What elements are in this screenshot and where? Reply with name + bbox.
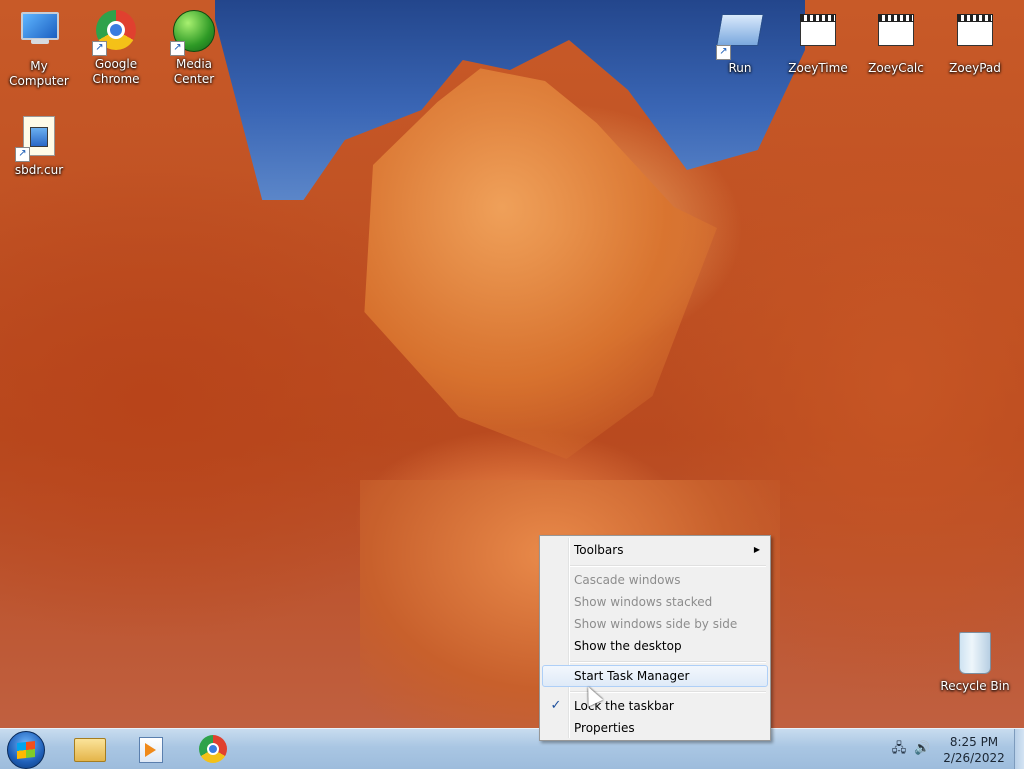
menu-separator bbox=[570, 565, 766, 567]
system-clock[interactable]: 8:25 PM 2/26/2022 bbox=[936, 734, 1012, 766]
chrome-icon bbox=[199, 735, 227, 763]
menu-item-label: Show windows side by side bbox=[574, 617, 738, 631]
desktop-icon-label: ZoeyPad bbox=[949, 61, 1001, 75]
menu-separator bbox=[570, 661, 766, 663]
desktop-icon-label: Google Chrome bbox=[92, 57, 140, 86]
desktop-icon-label: sbdr.cur bbox=[14, 163, 64, 177]
desktop-icon-label: Run bbox=[728, 61, 752, 75]
menu-item-lock-the-taskbar[interactable]: ✓ Lock the taskbar bbox=[542, 695, 768, 717]
menu-item-show-windows-side-by-side: Show windows side by side bbox=[542, 613, 768, 635]
desktop-icon-sbdr-cur[interactable]: ↗ sbdr.cur bbox=[0, 114, 78, 178]
shortcut-arrow-icon: ↗ bbox=[92, 41, 107, 56]
desktop-icon-label: My Computer bbox=[9, 59, 69, 88]
start-button[interactable] bbox=[7, 731, 45, 769]
desktop-icon-label: ZoeyCalc bbox=[868, 61, 924, 75]
taskbar-media-player[interactable] bbox=[127, 732, 171, 766]
shortcut-arrow-icon: ↗ bbox=[15, 147, 30, 162]
menu-item-label: Start Task Manager bbox=[574, 669, 690, 683]
desktop-icon-run[interactable]: ↗ Run bbox=[701, 8, 779, 76]
desktop-icon-label: Recycle Bin bbox=[940, 679, 1010, 693]
windows-explorer-icon bbox=[74, 738, 106, 762]
desktop-icon-media-center[interactable]: ↗ Media Center bbox=[155, 8, 233, 87]
desktop-icon-label: ZoeyTime bbox=[788, 61, 848, 75]
checkmark-icon: ✓ bbox=[550, 698, 562, 713]
media-player-icon bbox=[139, 737, 163, 763]
submenu-arrow-icon: ▶ bbox=[753, 545, 760, 554]
taskbar-windows-explorer[interactable] bbox=[67, 732, 111, 766]
taskbar-context-menu: Toolbars ▶ Cascade windows Show windows … bbox=[539, 535, 771, 741]
menu-item-cascade-windows: Cascade windows bbox=[542, 569, 768, 591]
taskbar-chrome[interactable] bbox=[190, 732, 234, 766]
menu-item-label: Toolbars bbox=[574, 543, 624, 557]
computer-icon bbox=[19, 12, 59, 44]
menu-item-label: Show the desktop bbox=[574, 639, 682, 653]
film-icon bbox=[800, 14, 836, 46]
recycle-bin-icon bbox=[959, 632, 991, 674]
volume-icon[interactable]: 🔊 bbox=[914, 741, 930, 757]
desktop-icon-zoeytime[interactable]: ZoeyTime bbox=[779, 8, 857, 76]
network-icon[interactable]: 🖧 bbox=[891, 741, 907, 757]
run-icon bbox=[716, 14, 764, 46]
desktop-icon-my-computer[interactable]: My Computer bbox=[0, 8, 78, 89]
taskbar[interactable]: 🖧 🔊 8:25 PM 2/26/2022 bbox=[0, 728, 1024, 769]
menu-item-properties[interactable]: Properties bbox=[542, 717, 768, 739]
film-icon bbox=[957, 14, 993, 46]
show-desktop-button[interactable] bbox=[1014, 729, 1024, 769]
desktop[interactable]: My Computer ↗ Google Chrome ↗ Media Cent… bbox=[0, 0, 1024, 728]
shortcut-arrow-icon: ↗ bbox=[170, 41, 185, 56]
menu-item-label: Show windows stacked bbox=[574, 595, 713, 609]
windows-logo-icon bbox=[17, 741, 35, 759]
shortcut-arrow-icon: ↗ bbox=[716, 45, 731, 60]
menu-item-start-task-manager[interactable]: Start Task Manager bbox=[542, 665, 768, 687]
film-icon bbox=[878, 14, 914, 46]
clock-time: 8:25 PM bbox=[949, 735, 999, 749]
desktop-icon-recycle-bin[interactable]: Recycle Bin bbox=[936, 630, 1014, 694]
menu-item-show-the-desktop[interactable]: Show the desktop bbox=[542, 635, 768, 657]
menu-item-label: Properties bbox=[574, 721, 635, 735]
menu-item-toolbars[interactable]: Toolbars ▶ bbox=[542, 539, 768, 561]
menu-item-label: Cascade windows bbox=[574, 573, 681, 587]
desktop-icon-label: Media Center bbox=[173, 57, 215, 86]
clock-date: 2/26/2022 bbox=[943, 751, 1005, 765]
menu-item-show-windows-stacked: Show windows stacked bbox=[542, 591, 768, 613]
desktop-icon-google-chrome[interactable]: ↗ Google Chrome bbox=[77, 8, 155, 87]
desktop-icon-zoeycalc[interactable]: ZoeyCalc bbox=[857, 8, 935, 76]
desktop-icon-zoeypad[interactable]: ZoeyPad bbox=[936, 8, 1014, 76]
